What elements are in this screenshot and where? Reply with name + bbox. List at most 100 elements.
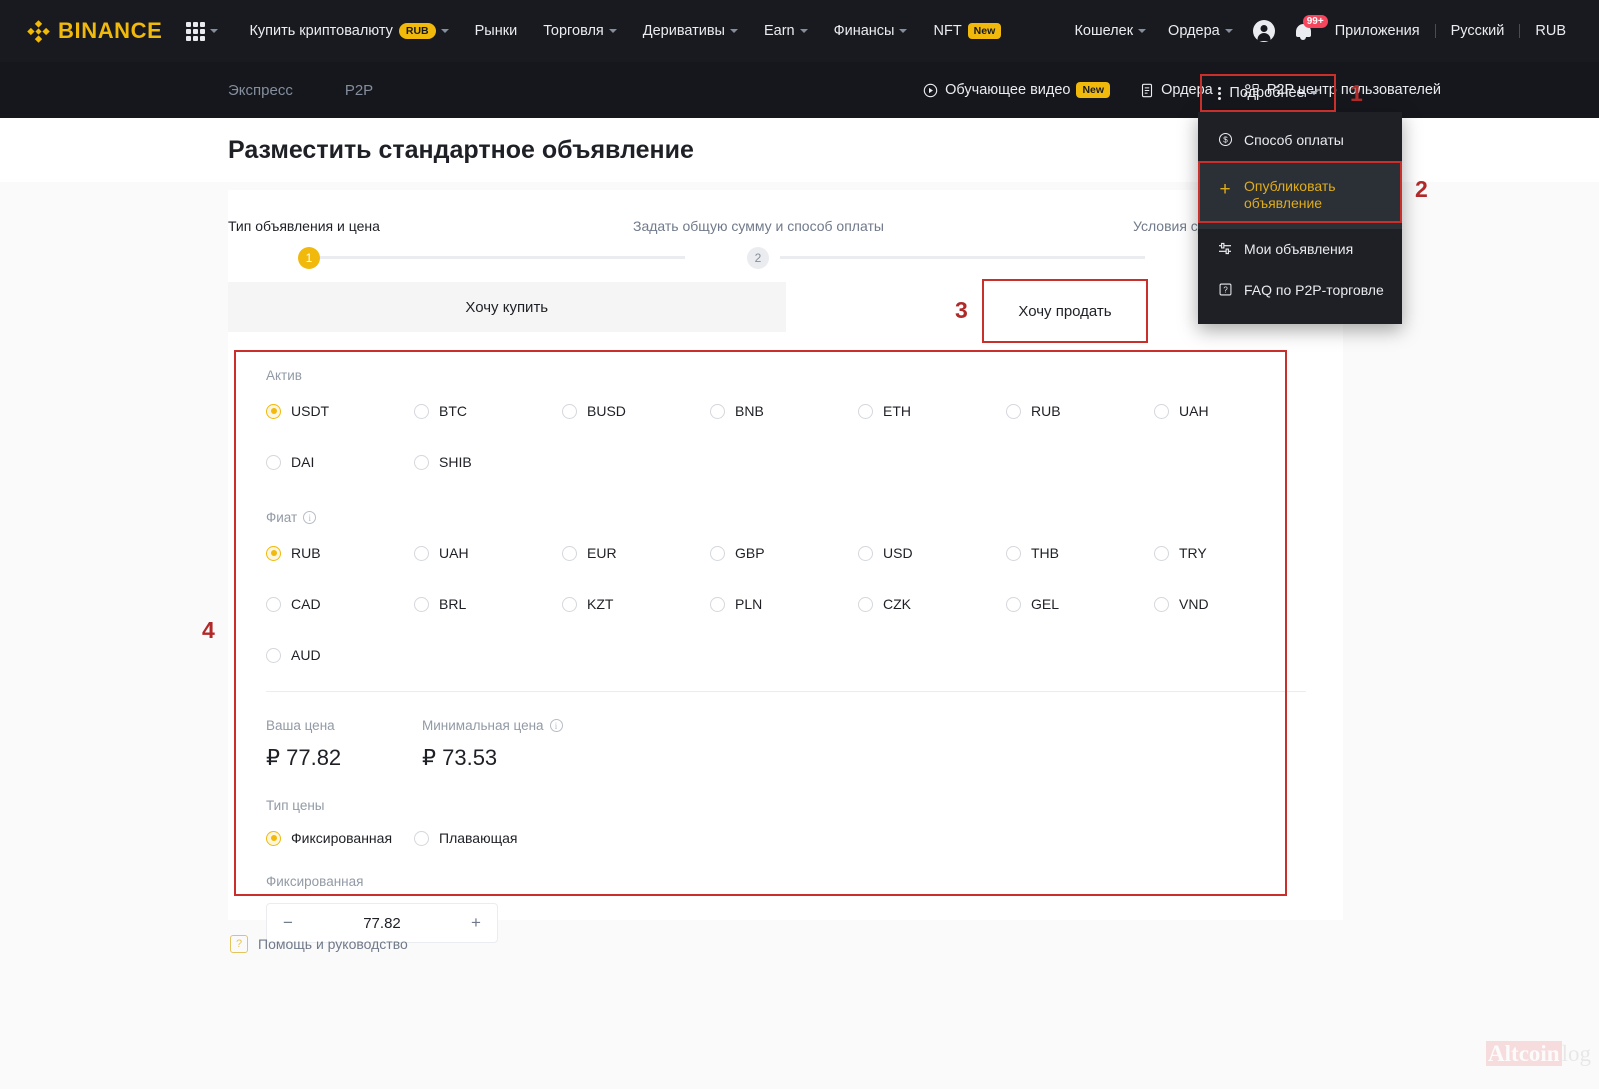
- help-label: Помощь и руководство: [258, 936, 408, 952]
- buy-sell-tabs: Хочу купить: [228, 282, 1343, 332]
- more-button-content: Подробнее: [1218, 85, 1318, 101]
- step-label-3: Условия сд: [1133, 218, 1206, 234]
- vertical-dots-icon: [1218, 86, 1222, 100]
- notifications-bell-icon[interactable]: 99+: [1293, 15, 1328, 44]
- dropdown-item-my-ads[interactable]: Мои объявления: [1198, 229, 1402, 271]
- dropdown-item-p2p-faq[interactable]: ? FAQ по P2P-торговле: [1198, 270, 1402, 312]
- nav-item-currency[interactable]: RUB: [1524, 23, 1577, 39]
- subnav-item-more-button[interactable]: Подробнее: [1200, 74, 1336, 112]
- step-track: 1 2 3: [228, 247, 1343, 269]
- nav-item-earn[interactable]: Earn: [751, 23, 821, 39]
- binance-logo[interactable]: BINANCE: [26, 18, 162, 44]
- currency-label: RUB: [1535, 23, 1566, 39]
- chevron-down-icon: [608, 29, 617, 33]
- chevron-down-icon: [1138, 29, 1147, 33]
- dropdown-label: Способ оплаты: [1244, 132, 1344, 148]
- dropdown-item-post-ad[interactable]: + Опубликовать объявление: [1198, 161, 1402, 229]
- nav-item-finance[interactable]: Финансы: [821, 23, 921, 39]
- nav-label: Торговля: [543, 23, 604, 39]
- increment-button[interactable]: +: [455, 904, 497, 942]
- chevron-down-icon: [799, 29, 808, 33]
- nav-item-markets[interactable]: Рынки: [462, 23, 531, 39]
- svg-text:?: ?: [1223, 286, 1228, 295]
- nav-item-derivatives[interactable]: Деривативы: [630, 23, 751, 39]
- question-box-icon: ?: [1216, 282, 1234, 297]
- subnav-label: Обучающее видео: [945, 82, 1071, 98]
- chevron-down-icon: [1224, 29, 1233, 33]
- dropdown-label: FAQ по P2P-торговле: [1244, 282, 1384, 298]
- annotation-marker-1: 1: [1350, 80, 1363, 106]
- annotation-marker-3: 3: [955, 297, 968, 323]
- document-icon: [1140, 83, 1154, 98]
- apps-grid-chevron-down-icon[interactable]: [210, 29, 219, 33]
- fixed-price-input[interactable]: 77.82: [309, 915, 455, 932]
- nav-label: NFT: [933, 23, 962, 39]
- divider: [1434, 24, 1436, 38]
- nav-item-nft[interactable]: NFT New: [920, 23, 1014, 39]
- step-label-1: Тип объявления и цена: [228, 218, 380, 234]
- tab-want-to-buy[interactable]: Хочу купить: [228, 282, 786, 332]
- dropdown-label: Опубликовать объявление: [1244, 177, 1336, 212]
- step-circle-1[interactable]: 1: [298, 247, 320, 269]
- top-navigation-bar: BINANCE Купить криптовалюту RUB Рынки То…: [0, 0, 1599, 62]
- nav-badge-new: New: [967, 23, 1002, 39]
- more-label: Подробнее: [1229, 85, 1305, 101]
- top-nav-items: Купить криптовалюту RUB Рынки Торговля Д…: [236, 23, 1014, 39]
- apps-label: Приложения: [1334, 23, 1420, 39]
- watermark: Altcoinlog: [1486, 1041, 1591, 1067]
- plus-icon: +: [1219, 178, 1231, 200]
- annotation-marker-2: 2: [1415, 176, 1428, 202]
- divider: [1519, 24, 1521, 38]
- binance-logo-icon: [26, 19, 51, 44]
- binance-logo-text: BINANCE: [58, 18, 163, 43]
- nav-item-orders[interactable]: Ордера: [1157, 23, 1244, 39]
- dollar-circle-icon: $: [1216, 132, 1234, 147]
- wallet-label: Кошелек: [1074, 23, 1134, 39]
- more-dropdown-menu: $ Способ оплаты + Опубликовать объявлени…: [1198, 112, 1402, 324]
- step-connector: [320, 256, 685, 259]
- subnav-badge-new: New: [1076, 82, 1111, 98]
- chevron-down-icon: [899, 29, 908, 33]
- nav-item-apps[interactable]: Приложения: [1324, 23, 1431, 39]
- nav-label: Финансы: [833, 23, 895, 39]
- step-indicator: Тип объявления и цена Задать общую сумму…: [228, 190, 1343, 282]
- nav-item-trade[interactable]: Торговля: [530, 23, 630, 39]
- notification-count-badge: 99+: [1302, 15, 1328, 28]
- nav-label: Рынки: [474, 23, 518, 39]
- binance-p2p-post-ad-page: BINANCE Купить криптовалюту RUB Рынки То…: [0, 0, 1599, 1089]
- subnav-item-tutorial-video[interactable]: Обучающее видео New: [923, 82, 1111, 98]
- annotation-marker-4: 4: [202, 617, 215, 643]
- question-box-icon: ?: [230, 935, 248, 953]
- subnav-left-items: Экспресс P2P: [228, 82, 425, 99]
- step-connector: [780, 256, 1145, 259]
- tab-want-to-sell[interactable]: Хочу продать: [982, 279, 1148, 343]
- watermark-secondary: log: [1561, 1041, 1591, 1066]
- step-circle-2[interactable]: 2: [747, 247, 769, 269]
- nav-badge-rub: RUB: [398, 23, 436, 39]
- subnav-item-express[interactable]: Экспресс: [228, 82, 293, 99]
- step-label-2: Задать общую сумму и способ оплаты: [633, 218, 884, 234]
- apps-grid-icon[interactable]: [186, 21, 206, 41]
- chevron-down-icon: [729, 29, 738, 33]
- play-circle-icon: [923, 83, 938, 98]
- svg-text:$: $: [1223, 136, 1228, 145]
- nav-item-wallet[interactable]: Кошелек: [1063, 23, 1157, 39]
- watermark-primary: Altcoin: [1486, 1041, 1562, 1066]
- help-and-guide-link[interactable]: ? Помощь и руководство: [230, 935, 408, 953]
- subnav-item-p2p[interactable]: P2P: [345, 82, 373, 99]
- annotation-box-form: [234, 350, 1287, 896]
- nav-item-language[interactable]: Русский: [1440, 23, 1516, 39]
- chevron-down-icon: [440, 29, 449, 33]
- orders-label: Ордера: [1168, 23, 1220, 39]
- nav-label: Купить криптовалюту: [249, 23, 393, 39]
- sliders-icon: [1216, 241, 1234, 256]
- dropdown-label: Мои объявления: [1244, 240, 1354, 257]
- nav-item-buy-crypto[interactable]: Купить криптовалюту RUB: [236, 23, 461, 39]
- page-title: Разместить стандартное объявление: [228, 136, 694, 164]
- nav-label: Earn: [763, 23, 795, 39]
- nav-label: Деривативы: [642, 23, 725, 39]
- top-nav-right-cluster: Кошелек Ордера 99+ Приложения Русский RU…: [1063, 15, 1577, 44]
- chevron-down-icon: [1309, 91, 1318, 95]
- user-account-icon[interactable]: [1252, 20, 1275, 42]
- dropdown-item-payment-method[interactable]: $ Способ оплаты: [1198, 120, 1402, 162]
